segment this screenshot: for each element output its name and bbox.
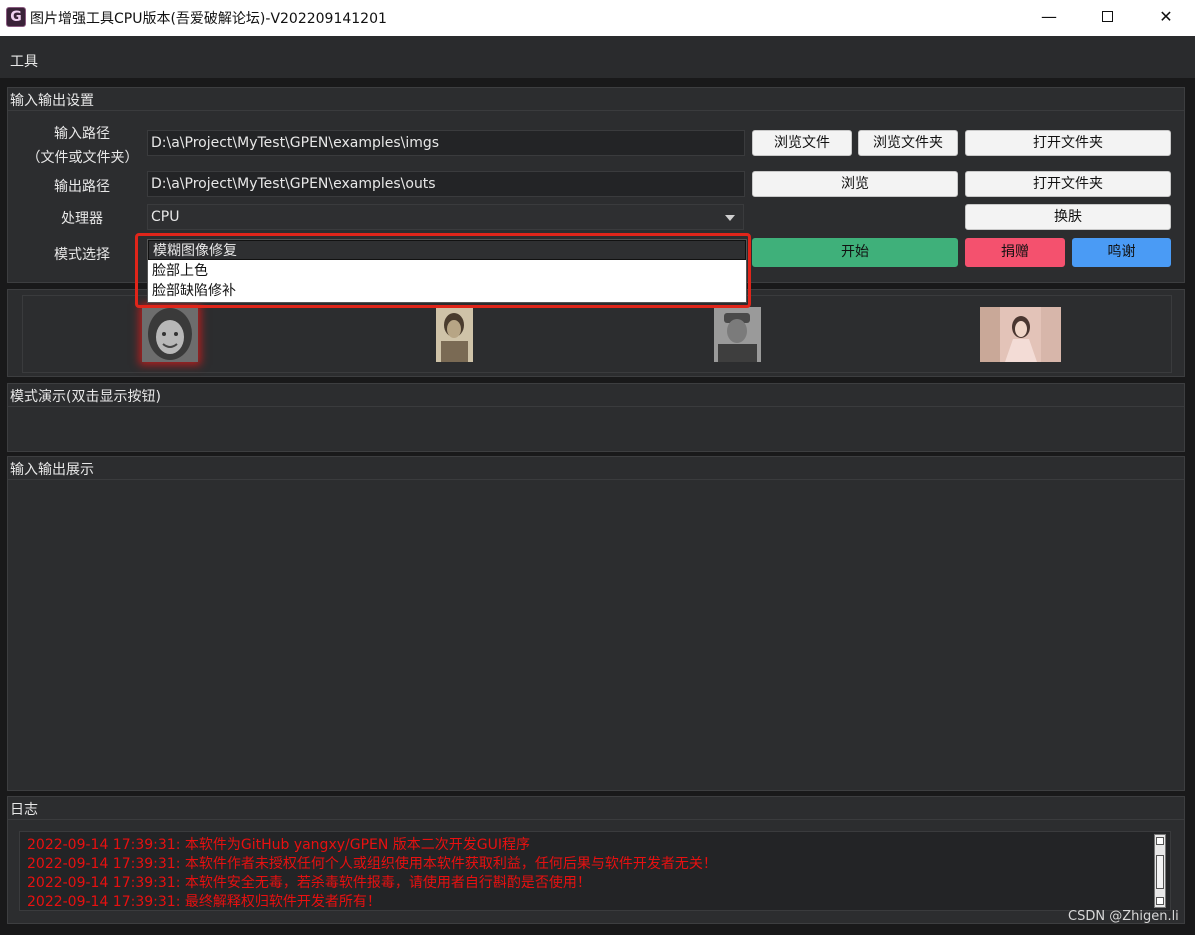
io-display-group: 输入输出展示 — [7, 456, 1185, 791]
log-scrollbar[interactable] — [1154, 834, 1166, 908]
window-title: 图片增强工具CPU版本(吾爱破解论坛)-V202209141201 — [30, 11, 387, 27]
group-divider — [8, 479, 1184, 480]
scroll-down-arrow[interactable] — [1156, 897, 1164, 905]
log-line: 2022-09-14 17:39:31: 本软件为GitHub yangxy/G… — [27, 837, 531, 853]
thanks-button[interactable]: 鸣谢 — [1072, 238, 1171, 267]
minimize-button[interactable]: — — [1020, 0, 1078, 36]
open-output-folder-button[interactable]: 打开文件夹 — [965, 171, 1171, 197]
mode-option-inpaint[interactable]: 脸部缺陷修补 — [148, 281, 746, 301]
output-path-field[interactable]: D:\a\Project\MyTest\GPEN\examples\outs — [147, 171, 745, 197]
input-path-label: 输入路径 — [54, 126, 110, 142]
io-settings-title: 输入输出设置 — [10, 93, 94, 109]
menu-bar: 工具 — [0, 36, 1195, 78]
browse-folder-button[interactable]: 浏览文件夹 — [858, 130, 958, 156]
thumbnail-soldier-photo[interactable] — [714, 307, 761, 362]
mode-option-colorize[interactable]: 脸部上色 — [148, 261, 746, 281]
thumbnail-girl-photo[interactable] — [142, 307, 198, 362]
maximize-button[interactable] — [1078, 0, 1136, 36]
donate-button[interactable]: 捐赠 — [965, 238, 1065, 267]
mode-demo-title: 模式演示(双击显示按钮) — [10, 389, 161, 405]
portrait-soldier-image — [714, 307, 761, 362]
group-divider — [8, 406, 1184, 407]
thumbnail-bride-photo[interactable] — [980, 307, 1061, 362]
skin-button[interactable]: 换肤 — [965, 204, 1171, 230]
watermark: CSDN @Zhigen.li — [1068, 909, 1179, 924]
processor-label: 处理器 — [61, 211, 103, 227]
maximize-icon — [1101, 11, 1113, 22]
input-path-hint: （文件或文件夹） — [26, 150, 139, 166]
processor-select[interactable]: CPU — [147, 204, 744, 230]
log-line: 2022-09-14 17:39:31: 本软件作者未授权任何个人或组织使用本软… — [27, 856, 717, 872]
log-output[interactable]: 2022-09-14 17:39:31: 本软件为GitHub yangxy/G… — [19, 831, 1171, 911]
browse-file-button[interactable]: 浏览文件 — [752, 130, 852, 156]
log-line: 2022-09-14 17:39:31: 最终解释权归软件开发者所有！ — [27, 894, 381, 910]
mode-label: 模式选择 — [54, 247, 110, 263]
log-title: 日志 — [10, 802, 38, 818]
input-path-field[interactable]: D:\a\Project\MyTest\GPEN\examples\imgs — [147, 130, 745, 156]
mode-dropdown[interactable]: 模糊图像修复 脸部上色 脸部缺陷修补 — [147, 239, 747, 303]
title-bar: G 图片增强工具CPU版本(吾爱破解论坛)-V202209141201 — ✕ — [0, 0, 1195, 36]
portrait-woman-image — [436, 307, 473, 362]
mode-option-blur-repair[interactable]: 模糊图像修复 — [148, 240, 746, 260]
thumbnail-woman-photo[interactable] — [436, 307, 473, 362]
chevron-down-icon — [725, 215, 735, 221]
close-button[interactable]: ✕ — [1137, 0, 1195, 36]
browse-output-button[interactable]: 浏览 — [752, 171, 958, 197]
scroll-up-arrow[interactable] — [1156, 837, 1164, 845]
portrait-girl-image — [142, 307, 198, 362]
output-path-label: 输出路径 — [54, 179, 110, 195]
group-divider — [8, 819, 1184, 820]
mode-demo-group: 模式演示(双击显示按钮) — [7, 383, 1185, 452]
portrait-bride-image — [980, 307, 1061, 362]
io-display-title: 输入输出展示 — [10, 462, 94, 478]
open-input-folder-button[interactable]: 打开文件夹 — [965, 130, 1171, 156]
menu-tools[interactable]: 工具 — [10, 51, 38, 71]
group-divider — [8, 110, 1184, 111]
start-button[interactable]: 开始 — [752, 238, 958, 267]
scroll-thumb[interactable] — [1156, 855, 1164, 889]
processor-value: CPU — [151, 209, 180, 225]
app-icon: G — [6, 7, 26, 27]
log-line: 2022-09-14 17:39:31: 本软件安全无毒，若杀毒软件报毒，请使用… — [27, 875, 591, 891]
